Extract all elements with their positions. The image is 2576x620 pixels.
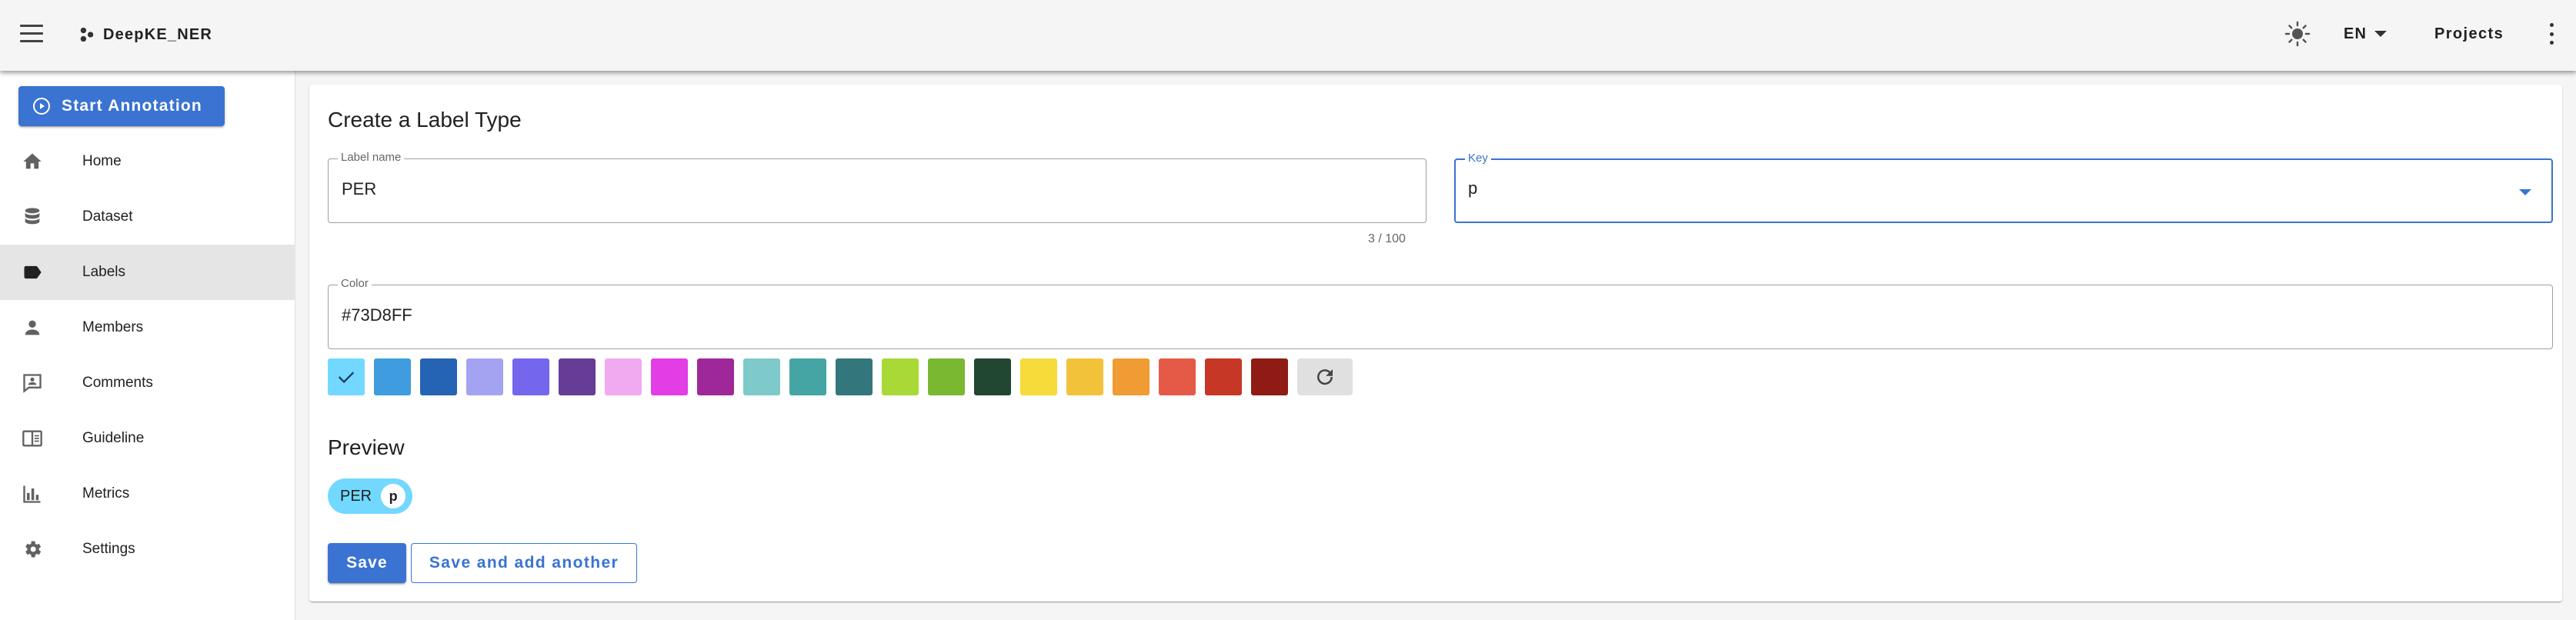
account-icon	[20, 315, 45, 340]
create-label-card: Create a Label Type Label name PER 3 / 1…	[309, 85, 2562, 602]
char-counter: 3 / 100	[1368, 232, 1406, 245]
cog-icon	[20, 537, 45, 562]
color-swatch[interactable]	[1020, 358, 1057, 395]
color-value: #73D8FF	[342, 305, 412, 325]
language-menu-button[interactable]: EN	[2344, 22, 2387, 46]
color-swatch[interactable]	[374, 358, 411, 395]
app-title: DeepKE_NER	[103, 25, 213, 43]
sidebar-item-members[interactable]: Members	[0, 300, 295, 355]
color-swatch[interactable]	[420, 358, 457, 395]
sidebar-item-dataset[interactable]: Dataset	[0, 189, 295, 245]
preview-title: Preview	[328, 435, 405, 459]
preview-chip: PER p	[328, 478, 412, 514]
sidebar-item-label: Comments	[82, 375, 153, 391]
color-swatch[interactable]	[605, 358, 642, 395]
preview-chip-key: p	[381, 484, 406, 508]
molecule-logo-icon	[80, 27, 94, 42]
dots-vertical-icon[interactable]	[2548, 23, 2554, 45]
color-swatch[interactable]	[1205, 358, 1242, 395]
sidebar-item-label: Home	[82, 153, 122, 169]
app-brand[interactable]: DeepKE_NER	[78, 23, 212, 46]
key-label: Key	[1465, 152, 1491, 165]
sidebar: Start Annotation Home Dataset Labels Mem…	[0, 71, 295, 620]
key-value: p	[1468, 178, 1478, 198]
start-annotation-button[interactable]: Start Annotation	[18, 86, 225, 126]
page-title: Create a Label Type	[328, 108, 522, 132]
label-icon	[20, 260, 45, 285]
chart-bar-icon	[20, 482, 45, 506]
sidebar-item-label: Settings	[82, 541, 135, 557]
label-name-field[interactable]: Label name PER	[328, 151, 1426, 223]
sidebar-item-label: Members	[82, 319, 144, 335]
save-and-add-another-label: Save and add another	[429, 554, 619, 572]
preview-chip-text: PER	[340, 487, 372, 505]
color-swatch[interactable]	[743, 358, 780, 395]
sidebar-item-label: Metrics	[82, 485, 130, 502]
color-swatch[interactable]	[651, 358, 688, 395]
color-swatch[interactable]	[928, 358, 965, 395]
color-swatch[interactable]	[974, 358, 1011, 395]
color-swatch[interactable]	[559, 358, 596, 395]
sidebar-item-comments[interactable]: Comments	[0, 355, 295, 411]
color-swatch[interactable]	[1113, 358, 1150, 395]
caret-down-icon[interactable]	[2519, 189, 2531, 195]
hamburger-icon[interactable]	[20, 25, 43, 43]
sidebar-item-metrics[interactable]: Metrics	[0, 466, 295, 522]
color-swatch[interactable]	[882, 358, 919, 395]
color-swatch[interactable]	[512, 358, 549, 395]
database-icon	[20, 205, 45, 229]
save-button-label: Save	[346, 554, 388, 572]
sidebar-item-settings[interactable]: Settings	[0, 522, 295, 577]
color-swatch[interactable]	[1159, 358, 1196, 395]
color-swatch[interactable]	[1251, 358, 1288, 395]
save-and-add-another-button[interactable]: Save and add another	[411, 543, 637, 583]
projects-button[interactable]: Projects	[2434, 22, 2504, 46]
language-label: EN	[2344, 25, 2367, 42]
color-swatch[interactable]	[789, 358, 826, 395]
color-swatch[interactable]	[697, 358, 734, 395]
projects-label: Projects	[2434, 25, 2504, 42]
label-name-label: Label name	[338, 151, 405, 164]
color-label: Color	[338, 277, 372, 290]
sidebar-item-labels[interactable]: Labels	[0, 245, 295, 300]
color-swatch[interactable]	[1066, 358, 1103, 395]
sidebar-item-guideline[interactable]: Guideline	[0, 411, 295, 466]
save-button[interactable]: Save	[328, 543, 406, 583]
color-field[interactable]: Color #73D8FF	[328, 277, 2553, 349]
book-open-icon	[20, 426, 45, 451]
comment-account-icon	[20, 371, 45, 395]
sidebar-item-label: Guideline	[82, 430, 145, 446]
refresh-icon	[1317, 369, 1333, 385]
home-icon	[20, 149, 45, 174]
key-select[interactable]: Key p	[1454, 152, 2553, 223]
caret-down-icon	[2374, 31, 2387, 37]
app-bar: DeepKE_NER EN Projects	[0, 0, 2576, 71]
sidebar-item-label: Labels	[82, 264, 125, 280]
refresh-color-button[interactable]	[1297, 358, 1353, 395]
start-annotation-label: Start Annotation	[62, 97, 202, 115]
color-swatch[interactable]	[836, 358, 873, 395]
play-circle-icon	[33, 98, 50, 115]
sidebar-item-home[interactable]: Home	[0, 134, 295, 189]
color-swatch[interactable]	[328, 358, 365, 395]
label-name-value: PER	[342, 179, 377, 198]
sun-icon[interactable]	[2284, 20, 2311, 48]
color-swatches	[328, 358, 1353, 397]
color-swatch[interactable]	[466, 358, 503, 395]
sidebar-item-label: Dataset	[82, 208, 133, 225]
check-icon	[338, 372, 355, 384]
